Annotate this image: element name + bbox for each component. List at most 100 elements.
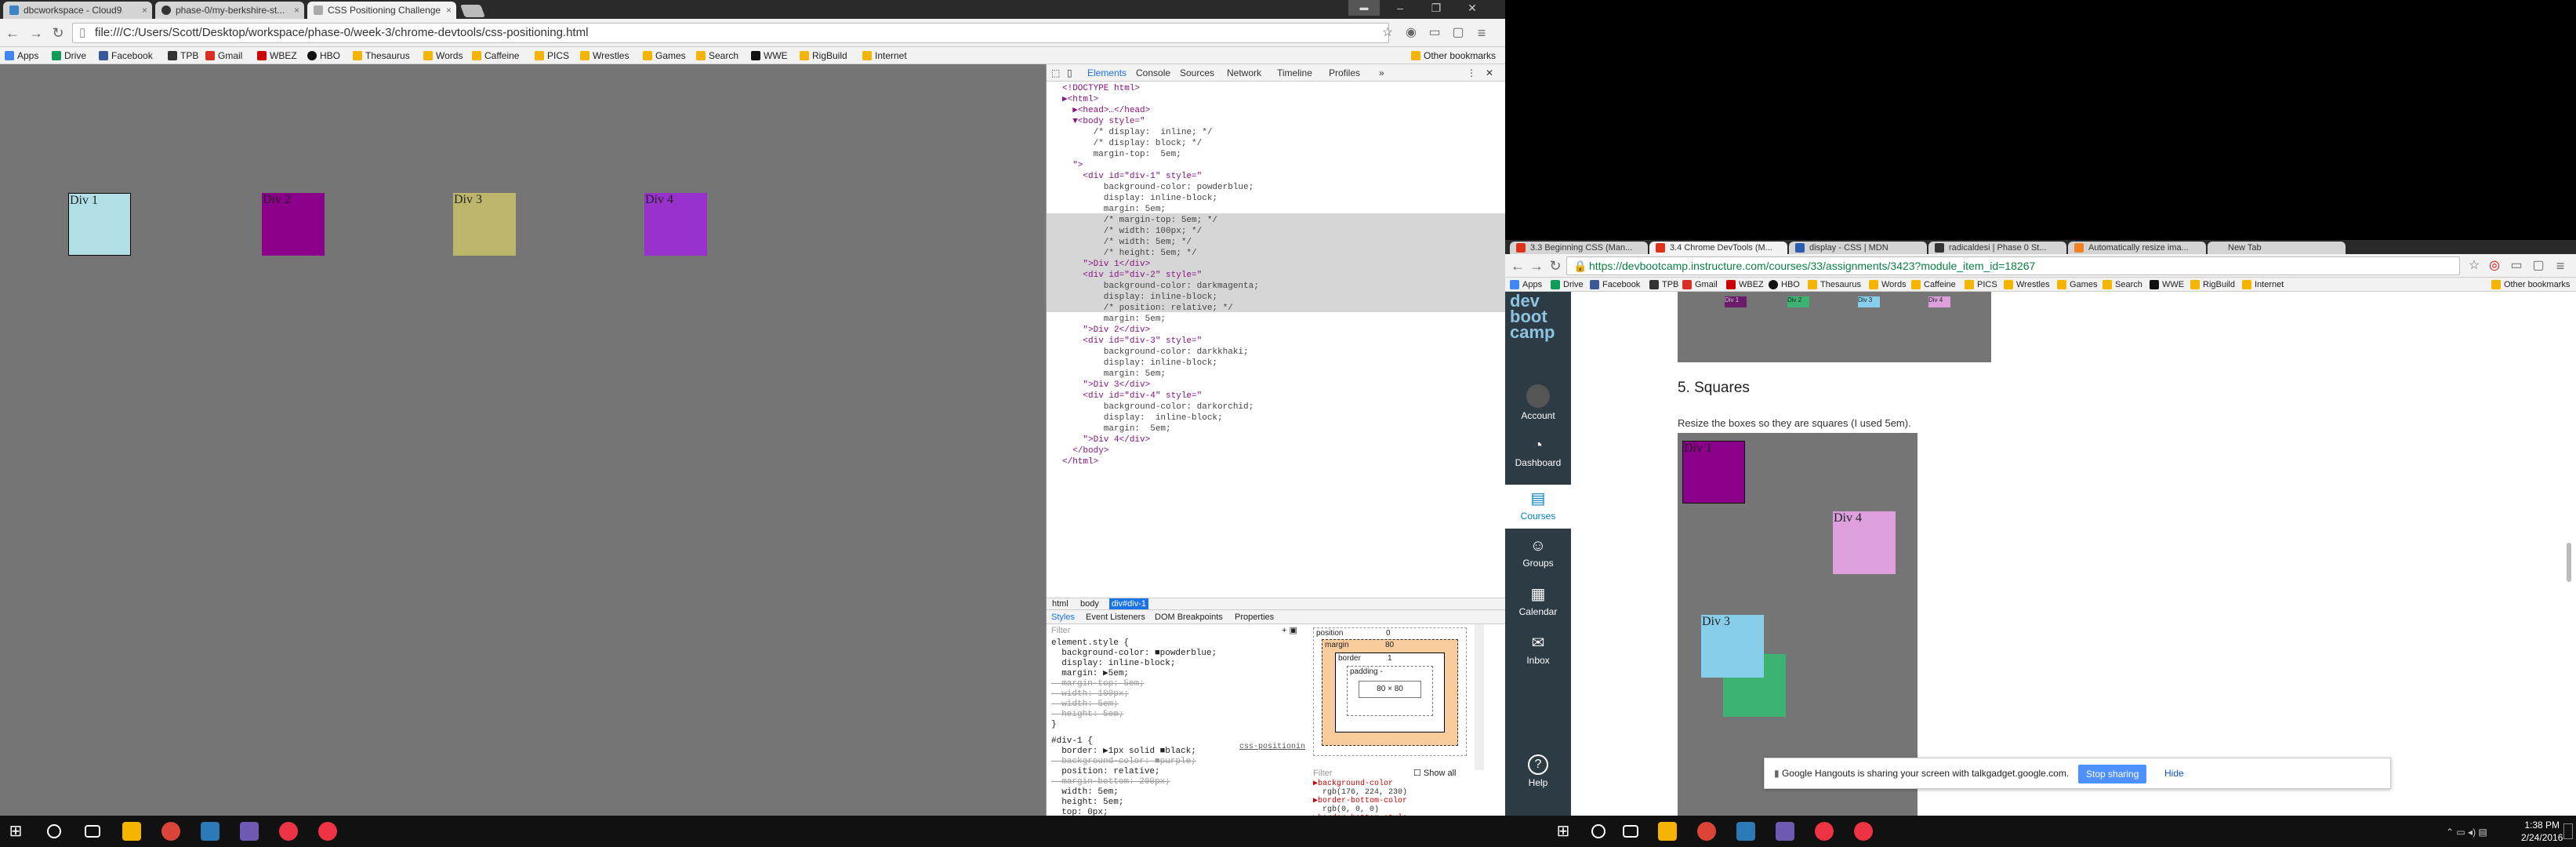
itunes-icon[interactable]	[1815, 822, 1834, 841]
app-icon[interactable]	[201, 822, 220, 841]
other-bookmarks[interactable]: Other bookmarks	[2491, 278, 2570, 291]
style-rule-line[interactable]: width: 100px;	[1051, 689, 1129, 700]
bookmark-games[interactable]: Games	[643, 49, 686, 62]
bookmark-tpb[interactable]: TPB	[1649, 278, 1678, 291]
style-rule-line[interactable]: border: ▶1px solid ■black;	[1051, 747, 1196, 757]
stop-sharing-button[interactable]: Stop sharing	[2078, 765, 2147, 783]
tab-elements[interactable]: Elements	[1087, 67, 1127, 78]
itunes-icon[interactable]	[279, 822, 298, 841]
nav-account[interactable]: Account	[1505, 384, 1571, 421]
tab-dom-breakpoints[interactable]: DOM Breakpoints	[1155, 610, 1223, 624]
dom-line[interactable]: background-color: darkmagenta;	[1047, 281, 1505, 292]
crumb-div-1[interactable]: div#div-1	[1109, 598, 1149, 609]
tray-icons[interactable]: ⌃ ▭ ◂) ▤	[2446, 827, 2487, 838]
dom-line[interactable]: ">Div 2</div>	[1047, 325, 1505, 336]
dom-line[interactable]: background-color: darkkhaki;	[1047, 347, 1505, 358]
new-tab-button[interactable]	[460, 5, 485, 17]
dom-line[interactable]: /* width: 5em; */	[1047, 237, 1505, 248]
dom-line[interactable]: /* display: inline; */	[1047, 127, 1505, 138]
style-rule-line[interactable]: display: inline-block;	[1051, 659, 1175, 669]
menu-icon[interactable]: ≡	[2552, 258, 2568, 274]
bookmark-wwe[interactable]: WWE	[751, 49, 788, 62]
dom-line[interactable]: <div id="div-2" style="	[1047, 270, 1505, 281]
devtools-close-icon[interactable]: ✕	[1486, 67, 1493, 78]
bookmark-wrestles[interactable]: Wrestles	[2004, 278, 2050, 291]
bookmark-pics[interactable]: PICS	[535, 49, 569, 62]
style-rule-line[interactable]: margin-bottom: 200px;	[1051, 777, 1170, 787]
style-rule-line[interactable]: element.style {	[1051, 638, 1129, 649]
dom-line[interactable]: ▼<body style="	[1047, 116, 1505, 127]
bookmark-words[interactable]: Words	[423, 49, 463, 62]
tab-css-positioning[interactable]: CSS Positioning Challenge ×	[307, 2, 456, 19]
box-scrollbar[interactable]	[1475, 624, 1484, 770]
bookmark-search[interactable]: Search	[696, 49, 738, 62]
style-rule-line[interactable]: top: 0px;	[1051, 808, 1108, 816]
tab-properties[interactable]: Properties	[1235, 610, 1274, 624]
tab-styles[interactable]: Styles	[1051, 610, 1075, 624]
style-rule-line[interactable]: background-color: ■powderblue;	[1051, 649, 1217, 659]
bookmark-rigbuild[interactable]: RigBuild	[800, 49, 847, 62]
tab-sources[interactable]: Sources	[1180, 67, 1214, 78]
crumb-html[interactable]: html	[1050, 598, 1071, 609]
style-rule-line[interactable]: background-color: ■purple;	[1051, 757, 1196, 767]
dom-line[interactable]: display: inline-block;	[1047, 292, 1505, 303]
bookmark-facebook[interactable]: Facebook	[1590, 278, 1640, 291]
dom-line[interactable]: ▶<head>…</head>	[1047, 105, 1505, 116]
dom-line[interactable]: /* margin-top: 5em; */	[1047, 215, 1505, 226]
search-icon[interactable]	[47, 824, 61, 838]
dom-line[interactable]: /* height: 5em; */	[1047, 248, 1505, 259]
div-1-box[interactable]: Div 1	[68, 193, 131, 256]
nav-help[interactable]: ? Help	[1505, 754, 1571, 788]
task-view-icon[interactable]	[85, 825, 100, 838]
dom-line[interactable]: ">	[1047, 160, 1505, 171]
nav-inbox[interactable]: ✉ Inbox	[1505, 634, 1571, 666]
tab-cloud9[interactable]: dbcworkspace - Cloud9 ×	[3, 2, 152, 19]
nav-dashboard[interactable]: ◔ Dashboard	[1505, 436, 1571, 468]
bookmark-facebook[interactable]: Facebook	[99, 49, 153, 62]
styles-filter-input[interactable]: Filter	[1051, 626, 1070, 636]
bookmark-internet[interactable]: Internet	[2242, 278, 2284, 291]
dom-line[interactable]: /* position: relative; */	[1047, 303, 1505, 314]
star-icon[interactable]: ☆	[2466, 258, 2482, 274]
style-rule-line[interactable]: margin-top: 5em;	[1051, 679, 1145, 689]
music-icon[interactable]	[1854, 822, 1873, 841]
window-close-icon[interactable]: ✕	[1457, 0, 1488, 16]
close-icon[interactable]: ×	[446, 2, 452, 19]
file-explorer-icon[interactable]	[122, 822, 141, 841]
nav-groups[interactable]: ☺ Groups	[1505, 536, 1571, 569]
styles-source-link[interactable]: css-positioning.css:9	[1239, 742, 1305, 752]
bookmark-hbo[interactable]: HBO	[307, 49, 340, 62]
style-rule-line[interactable]: width: 5em;	[1051, 700, 1119, 710]
nav-courses[interactable]: ▤ Courses	[1505, 485, 1571, 529]
add-rule-icon[interactable]: + ▣	[1282, 626, 1297, 636]
extension-icon[interactable]: ◉	[1403, 25, 1419, 41]
devtools-menu-icon[interactable]: ⋮	[1467, 67, 1476, 78]
bookmark-gmail[interactable]: Gmail	[1682, 278, 1718, 291]
dom-line[interactable]: <div id="div-3" style="	[1047, 336, 1505, 347]
dom-line[interactable]: /* width: 100px; */	[1047, 226, 1505, 237]
dom-line[interactable]: <!DOCTYPE html>	[1047, 83, 1505, 94]
chrome-icon[interactable]	[161, 822, 180, 841]
file-explorer-icon[interactable]	[1658, 822, 1677, 841]
div-3-box[interactable]: Div 3	[453, 193, 516, 256]
bookmark-drive[interactable]: Drive	[1551, 278, 1584, 291]
dom-line[interactable]: background-color: powderblue;	[1047, 182, 1505, 193]
dom-line[interactable]: <div id="div-1" style="	[1047, 171, 1505, 182]
dom-line[interactable]: display: inline-block;	[1047, 413, 1505, 424]
extension-icon[interactable]: ▢	[2531, 258, 2546, 274]
style-rule-line[interactable]: height: 5em;	[1051, 710, 1123, 720]
bookmark-pics[interactable]: PICS	[1965, 278, 1997, 291]
bookmark-drive[interactable]: Drive	[52, 49, 86, 62]
close-icon[interactable]: ×	[294, 2, 299, 19]
tab-network[interactable]: Network	[1227, 67, 1261, 78]
bookmark-rigbuild[interactable]: RigBuild	[2190, 278, 2235, 291]
forward-arrow-icon[interactable]: →	[1529, 258, 1544, 274]
bookmark-internet[interactable]: Internet	[862, 49, 907, 62]
dom-line[interactable]: ">Div 1</div>	[1047, 259, 1505, 270]
tab-radicaldesi[interactable]: radicaldesi | Phase 0 St...	[1928, 242, 2066, 254]
search-icon[interactable]	[1591, 824, 1605, 838]
tab-github[interactable]: phase-0/my-berkshire-st... ×	[155, 2, 304, 19]
bookmark-apps[interactable]: Apps	[5, 49, 38, 62]
dom-line[interactable]: margin-top: 5em;	[1047, 149, 1505, 160]
style-rule-line[interactable]: margin: ▶5em;	[1051, 669, 1129, 679]
